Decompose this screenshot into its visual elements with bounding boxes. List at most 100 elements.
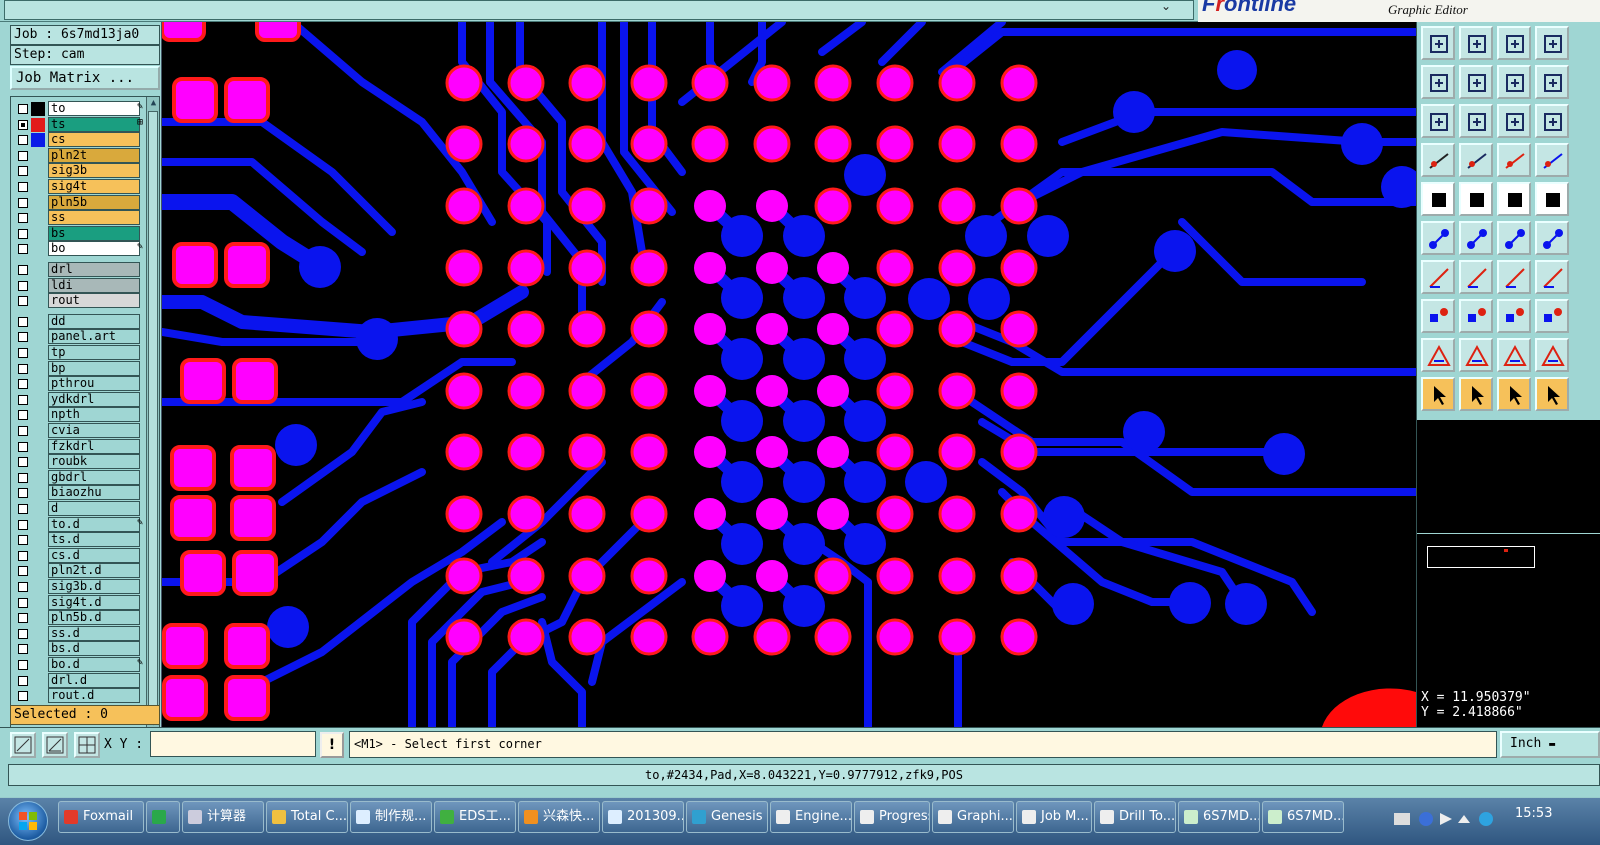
title-field[interactable]: ⌄	[4, 0, 1194, 20]
layer-row-cs[interactable]: cs	[11, 132, 145, 148]
bga-pad[interactable]	[814, 618, 852, 656]
bga-pad[interactable]	[1000, 125, 1038, 163]
bga-pad[interactable]	[1000, 433, 1038, 471]
bga-pad[interactable]	[507, 372, 545, 410]
scroll-up-icon[interactable]: ▲	[147, 97, 159, 109]
pan-right-button[interactable]	[1459, 65, 1493, 99]
smd-pad[interactable]	[224, 242, 270, 288]
bga-pad[interactable]	[938, 618, 976, 656]
layer-row-panel-art[interactable]: panel.art	[11, 329, 145, 345]
bga-pad[interactable]	[756, 313, 788, 345]
layer-name[interactable]: cs.d	[48, 547, 140, 563]
keyboard-icon[interactable]	[1394, 813, 1410, 825]
layer-row-sig3b-d[interactable]: sig3b.d	[11, 579, 145, 594]
layer-name[interactable]: rout	[48, 293, 140, 309]
zoom-back-button[interactable]	[1459, 26, 1493, 60]
bga-pad[interactable]	[756, 375, 788, 407]
bga-pad[interactable]	[630, 125, 668, 163]
layer-row-bp[interactable]: bp	[11, 360, 145, 376]
layer-name[interactable]: roubk	[48, 454, 140, 470]
bga-pad[interactable]	[938, 372, 976, 410]
resize-button[interactable]	[1497, 299, 1531, 333]
layer-name[interactable]: biaozhu	[48, 485, 140, 501]
bga-pad[interactable]	[694, 436, 726, 468]
bga-pad[interactable]	[938, 495, 976, 533]
via[interactable]	[721, 338, 763, 380]
bga-pad[interactable]	[507, 249, 545, 287]
layer-checkbox[interactable]	[18, 363, 28, 374]
via[interactable]	[783, 338, 825, 380]
bga-pad[interactable]	[694, 560, 726, 592]
taskbar-button[interactable]: EDS工...	[434, 801, 516, 833]
bga-pad[interactable]	[753, 64, 791, 102]
layer-row-pln5b[interactable]: pln5b	[11, 194, 145, 210]
arc-button[interactable]	[1497, 260, 1531, 294]
taskbar-button[interactable]: 201309...	[602, 801, 684, 833]
rotate-button[interactable]	[1535, 65, 1569, 99]
via[interactable]	[1225, 583, 1267, 625]
bga-pad[interactable]	[1000, 495, 1038, 533]
layer-checkbox[interactable]	[18, 472, 28, 483]
via[interactable]	[275, 424, 317, 466]
bga-pad[interactable]	[507, 618, 545, 656]
fit-all-button[interactable]	[1421, 104, 1455, 138]
start-button[interactable]	[8, 801, 48, 841]
overview-rect[interactable]	[1427, 546, 1535, 568]
layer-checkbox[interactable]	[18, 197, 28, 208]
bga-pad[interactable]	[568, 557, 606, 595]
bga-pad[interactable]	[507, 310, 545, 348]
via[interactable]	[783, 277, 825, 319]
via[interactable]	[1043, 496, 1085, 538]
line-red-button[interactable]	[1421, 260, 1455, 294]
select-shape-button[interactable]	[1497, 377, 1531, 411]
bga-pad[interactable]	[691, 125, 729, 163]
network-icon[interactable]	[1479, 812, 1493, 826]
layer-row-bs[interactable]: bs	[11, 225, 145, 241]
triangle-a-button[interactable]	[1459, 338, 1493, 372]
layer-row-cs-d[interactable]: cs.d	[11, 547, 145, 563]
smd-pad[interactable]	[172, 242, 218, 288]
via[interactable]	[968, 278, 1010, 320]
layer-color-swatch[interactable]	[31, 102, 45, 116]
layer-row-npth[interactable]: npth	[11, 407, 145, 423]
smd-pad[interactable]	[224, 675, 270, 721]
bga-pad[interactable]	[568, 433, 606, 471]
bga-pad[interactable]	[876, 433, 914, 471]
layer-row-tp[interactable]: tp	[11, 345, 145, 360]
bga-pad[interactable]	[568, 125, 606, 163]
pad-add-button[interactable]	[1421, 299, 1455, 333]
layer-checkbox[interactable]	[18, 441, 28, 452]
layer-row-gbdrl[interactable]: gbdrl	[11, 469, 145, 485]
via[interactable]	[721, 461, 763, 503]
smd-pad[interactable]	[224, 77, 270, 123]
triangle-text-button[interactable]	[1497, 338, 1531, 372]
unit-selector[interactable]: Inch ▬	[1500, 731, 1600, 758]
layer-name[interactable]: sig3b.d	[48, 579, 140, 594]
via[interactable]	[1027, 215, 1069, 257]
via[interactable]	[783, 585, 825, 627]
layer-name[interactable]: drl	[48, 262, 140, 277]
chevron-down-icon[interactable]: ⌄	[1161, 0, 1171, 13]
layer-name[interactable]: npth	[48, 407, 140, 423]
angle-mode-button[interactable]	[42, 732, 68, 758]
bga-pad[interactable]	[445, 557, 483, 595]
smd-pad[interactable]	[180, 358, 226, 404]
bga-pad[interactable]	[507, 557, 545, 595]
layer-checkbox[interactable]	[18, 457, 28, 468]
via[interactable]	[844, 400, 886, 442]
bga-pad[interactable]	[938, 310, 976, 348]
via[interactable]	[299, 246, 341, 288]
layer-name[interactable]: pthrou	[48, 376, 140, 392]
bga-pad[interactable]	[814, 125, 852, 163]
layer-name[interactable]: to.d	[48, 516, 140, 532]
layer-name[interactable]: sig4t	[48, 179, 140, 194]
bga-pad[interactable]	[445, 125, 483, 163]
via[interactable]	[905, 461, 947, 503]
bga-pad[interactable]	[876, 495, 914, 533]
taskbar-button[interactable]: 6S7MD...	[1178, 801, 1260, 833]
layer-checkbox[interactable]	[18, 119, 28, 130]
bga-pad[interactable]	[876, 125, 914, 163]
via[interactable]	[1217, 50, 1257, 90]
layer-checkbox[interactable]	[18, 332, 28, 343]
taskbar-button[interactable]	[146, 801, 180, 833]
